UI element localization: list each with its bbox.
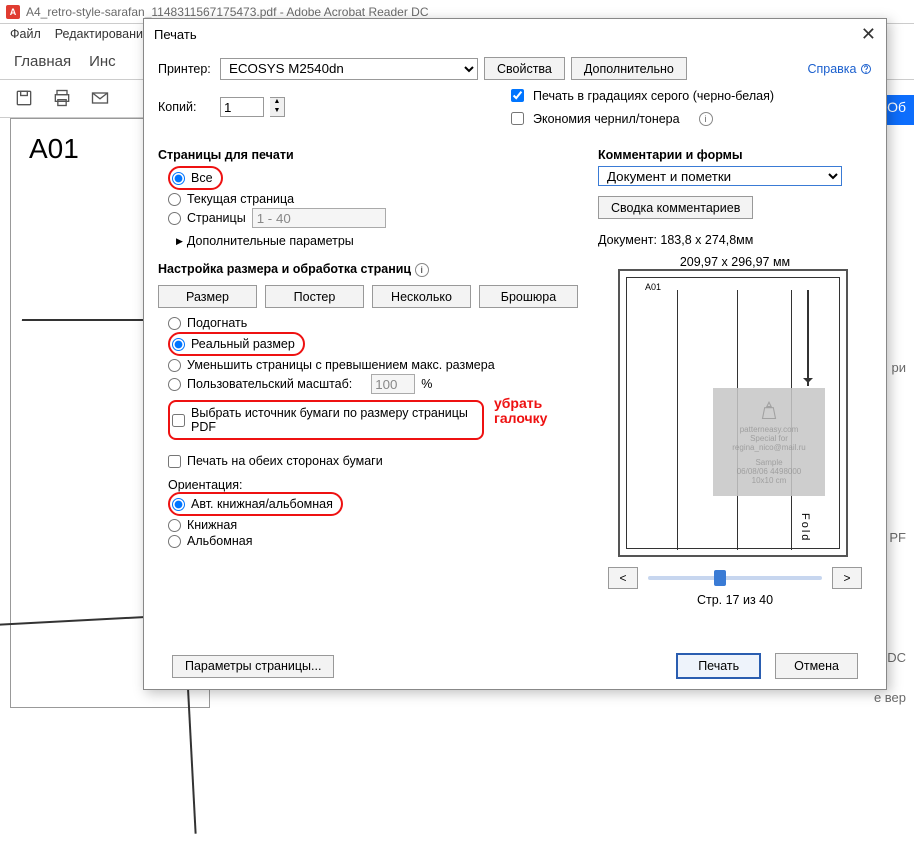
poster-tab-button[interactable]: Постер bbox=[265, 285, 364, 308]
dialog-title: Печать bbox=[154, 27, 197, 42]
preview-page: A01 patterneasy.com Special for regina_n… bbox=[626, 277, 840, 549]
orient-auto-row[interactable]: Авт. книжная/альбомная bbox=[172, 497, 333, 511]
fold-label: Fold bbox=[799, 513, 811, 542]
copies-label: Копий: bbox=[158, 100, 214, 114]
document-size-label: Документ: 183,8 x 274,8мм bbox=[598, 233, 872, 247]
fit-radio[interactable] bbox=[168, 317, 181, 330]
orientation-label: Ориентация: bbox=[168, 478, 578, 492]
grayscale-checkbox-row[interactable]: Печать в градациях серого (черно-белая) bbox=[507, 86, 774, 105]
preview-corner-label: A01 bbox=[645, 282, 661, 292]
printer-label: Принтер: bbox=[158, 62, 214, 76]
prev-page-button[interactable]: < bbox=[608, 567, 638, 589]
print-icon[interactable] bbox=[52, 88, 74, 110]
help-link[interactable]: Справка bbox=[807, 62, 872, 76]
side-text-1: ри bbox=[892, 360, 907, 375]
more-options-expander[interactable]: ▶Дополнительные параметры bbox=[176, 234, 578, 248]
annotation-text: убрать галочку bbox=[494, 396, 547, 427]
pages-range-input[interactable] bbox=[252, 208, 386, 228]
next-page-button[interactable]: > bbox=[832, 567, 862, 589]
slider-thumb[interactable] bbox=[714, 570, 726, 586]
shrink-radio[interactable] bbox=[168, 359, 181, 372]
orient-landscape-radio[interactable] bbox=[168, 535, 181, 548]
dialog-titlebar: Печать ✕ bbox=[144, 19, 886, 49]
orient-portrait-row[interactable]: Книжная bbox=[168, 518, 578, 532]
advanced-button[interactable]: Дополнительно bbox=[571, 57, 687, 80]
properties-button[interactable]: Свойства bbox=[484, 57, 565, 80]
pages-current-radio-row[interactable]: Текущая страница bbox=[168, 192, 578, 206]
booklet-tab-button[interactable]: Брошюра bbox=[479, 285, 578, 308]
shrink-radio-row[interactable]: Уменьшить страницы с превышением макс. р… bbox=[168, 358, 578, 372]
page-indicator: Стр. 17 из 40 bbox=[598, 593, 872, 607]
fit-radio-row[interactable]: Подогнать bbox=[168, 316, 578, 330]
page-slider[interactable] bbox=[648, 576, 822, 580]
watermark: patterneasy.com Special for regina_nico@… bbox=[713, 388, 825, 496]
save-icon[interactable] bbox=[14, 88, 36, 110]
size-tab-button[interactable]: Размер bbox=[158, 285, 257, 308]
orient-landscape-row[interactable]: Альбомная bbox=[168, 534, 578, 548]
print-preview: A01 patterneasy.com Special for regina_n… bbox=[618, 269, 848, 557]
multiple-tab-button[interactable]: Несколько bbox=[372, 285, 471, 308]
tab-tools[interactable]: Инс bbox=[89, 53, 116, 70]
percent-label: % bbox=[421, 377, 432, 391]
triangle-right-icon: ▶ bbox=[176, 236, 183, 247]
annotation-circle-orient: Авт. книжная/альбомная bbox=[168, 492, 343, 516]
print-dialog: Печать ✕ Принтер: ECOSYS M2540dn Свойств… bbox=[143, 18, 887, 690]
comments-select[interactable]: Документ и пометки bbox=[598, 166, 842, 186]
tab-home[interactable]: Главная bbox=[14, 53, 71, 70]
pages-heading: Страницы для печати bbox=[158, 148, 578, 162]
choose-source-row[interactable]: Выбрать источник бумаги по размеру стран… bbox=[172, 406, 476, 434]
actual-radio[interactable] bbox=[172, 338, 185, 351]
preview-arrow-icon bbox=[807, 290, 809, 386]
saveink-checkbox[interactable] bbox=[511, 112, 524, 125]
orient-portrait-radio[interactable] bbox=[168, 519, 181, 532]
comments-heading: Комментарии и формы bbox=[598, 148, 872, 162]
annotation-circle-actual: Реальный размер bbox=[168, 332, 305, 356]
cancel-button[interactable]: Отмена bbox=[775, 653, 858, 679]
info-icon[interactable]: i bbox=[699, 112, 713, 126]
summarize-comments-button[interactable]: Сводка комментариев bbox=[598, 196, 753, 219]
menu-edit[interactable]: Редактирование bbox=[55, 27, 150, 41]
app-title: A4_retro-style-sarafan_1148311567175473.… bbox=[26, 5, 429, 19]
saveink-checkbox-row[interactable]: Экономия чернил/тонера i bbox=[507, 109, 774, 128]
pages-all-radio-row[interactable]: Все bbox=[172, 171, 213, 185]
sizing-heading: Настройка размера и обработка страниц i bbox=[158, 262, 578, 277]
pages-current-radio[interactable] bbox=[168, 193, 181, 206]
choose-source-checkbox[interactable] bbox=[172, 414, 185, 427]
actual-radio-row[interactable]: Реальный размер bbox=[172, 337, 295, 351]
pages-range-radio-row[interactable]: Страницы bbox=[168, 211, 246, 225]
duplex-row[interactable]: Печать на обеих сторонах бумаги bbox=[168, 454, 578, 468]
close-icon[interactable]: ✕ bbox=[861, 24, 876, 45]
pdf-icon: A bbox=[6, 5, 20, 19]
duplex-checkbox[interactable] bbox=[168, 455, 181, 468]
pages-all-radio[interactable] bbox=[172, 172, 185, 185]
mail-icon[interactable] bbox=[90, 88, 112, 110]
custom-scale-radio-row[interactable]: Пользовательский масштаб: bbox=[168, 377, 352, 391]
page-setup-button[interactable]: Параметры страницы... bbox=[172, 655, 334, 678]
pages-range-radio[interactable] bbox=[168, 212, 181, 225]
custom-scale-input[interactable] bbox=[371, 374, 415, 394]
printer-select[interactable]: ECOSYS M2540dn bbox=[220, 58, 478, 80]
copies-spinner[interactable]: ▲▼ bbox=[270, 97, 285, 117]
info-icon[interactable]: i bbox=[415, 263, 429, 277]
custom-scale-radio[interactable] bbox=[168, 378, 181, 391]
side-text-2: РF bbox=[889, 530, 906, 545]
sheet-size-label: 209,97 x 296,97 мм bbox=[598, 255, 872, 269]
annotation-circle-all: Все bbox=[168, 166, 223, 190]
print-button[interactable]: Печать bbox=[676, 653, 761, 679]
orient-auto-radio[interactable] bbox=[172, 498, 185, 511]
grayscale-checkbox[interactable] bbox=[511, 89, 524, 102]
annotation-rect-source: Выбрать источник бумаги по размеру стран… bbox=[168, 400, 484, 440]
menu-file[interactable]: Файл bbox=[10, 27, 41, 41]
side-text-4: е вер bbox=[874, 690, 906, 705]
copies-input[interactable] bbox=[220, 97, 264, 117]
